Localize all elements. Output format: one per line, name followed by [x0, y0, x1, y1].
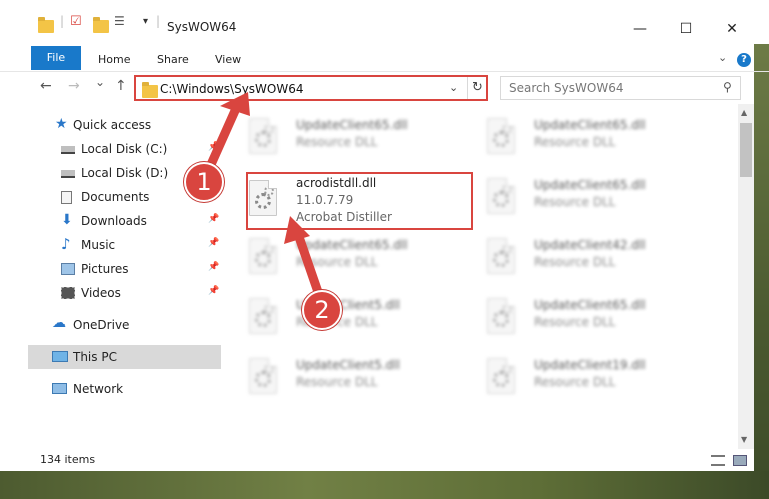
- step-1-badge: 1: [184, 162, 224, 202]
- arrow-to-file: [293, 229, 323, 297]
- annotation-arrows: [200, 92, 323, 297]
- step-2-badge: 2: [302, 290, 342, 330]
- arrowhead-file: [284, 216, 310, 244]
